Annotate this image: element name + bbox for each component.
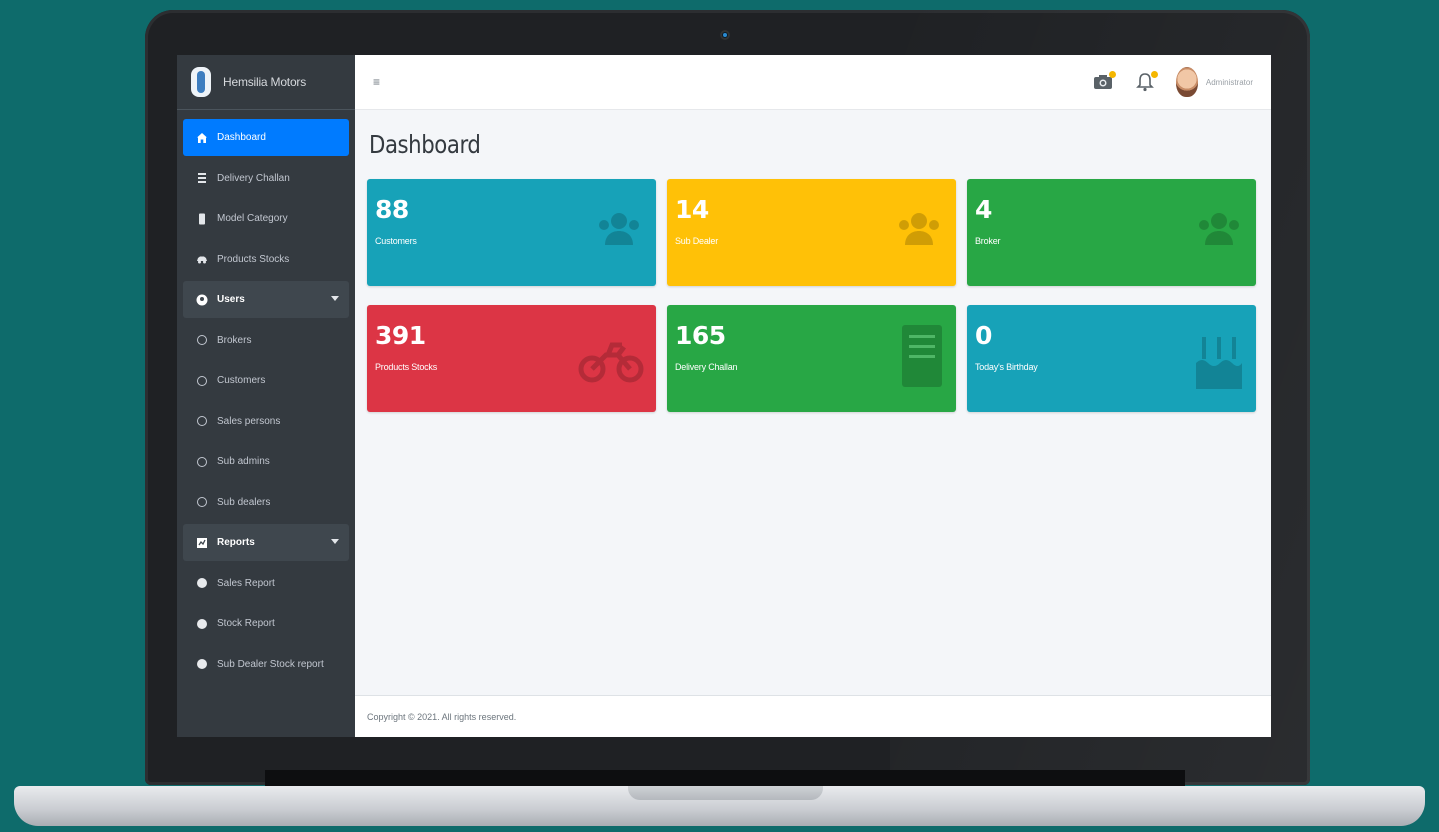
sidebar-group-reports[interactable]: Reports <box>183 524 349 561</box>
file-icon <box>195 213 209 225</box>
stat-card-broker[interactable]: 4 Broker <box>967 179 1256 286</box>
brand[interactable]: Hemsilia Motors <box>177 55 355 110</box>
sidebar-item-label: Delivery Challan <box>217 172 290 184</box>
user-name[interactable]: Administrator <box>1206 78 1253 87</box>
sidebar-item-label: Sub admins <box>217 456 270 467</box>
sidebar-nav: Dashboard Delivery Challan Model Categor… <box>177 110 355 683</box>
sidebar-item-label: Brokers <box>217 334 252 346</box>
chevron-down-icon <box>331 539 339 544</box>
footer: Copyright © 2021. All rights reserved. <box>355 695 1271 737</box>
laptop-notch <box>628 786 823 800</box>
circle-icon <box>195 334 209 346</box>
notification-dot <box>1108 71 1116 78</box>
main-panel: ≡ Administrator Dashboard 88 Customers 1… <box>355 55 1271 737</box>
top-navbar: ≡ Administrator <box>355 55 1271 110</box>
webcam <box>720 30 730 40</box>
sidebar-item-sub-admins[interactable]: Sub admins <box>183 443 349 480</box>
brand-name: Hemsilia Motors <box>223 75 307 89</box>
sidebar-item-label: Sub dealers <box>217 496 271 508</box>
list-icon <box>195 172 209 184</box>
sidebar-item-stock-report[interactable]: Stock Report <box>183 605 349 642</box>
dot-icon <box>195 618 209 630</box>
user-circle-icon <box>195 294 209 306</box>
sidebar-item-brokers[interactable]: Brokers <box>183 322 349 359</box>
car-icon <box>195 253 209 265</box>
sidebar-item-label: Sub Dealer Stock report <box>217 658 324 670</box>
home-icon <box>195 132 209 144</box>
app-screen: Hemsilia Motors Dashboard Delivery Chall… <box>177 55 1271 737</box>
stat-card-delivery-challan[interactable]: 165 Delivery Challan <box>667 305 956 412</box>
sidebar-item-label: Model Category <box>217 213 288 224</box>
stat-card-sub-dealer[interactable]: 14 Sub Dealer <box>667 179 956 286</box>
circle-icon <box>195 496 209 508</box>
sidebar-item-sales-persons[interactable]: Sales persons <box>183 403 349 440</box>
notifications-button[interactable] <box>1134 71 1158 92</box>
camera-button[interactable] <box>1092 71 1116 92</box>
sidebar-item-label: Customers <box>217 375 266 386</box>
stat-card-customers[interactable]: 88 Customers <box>367 179 656 286</box>
sidebar-item-products-stocks[interactable]: Products Stocks <box>183 241 349 278</box>
navbar-right: Administrator <box>1092 67 1253 97</box>
sidebar: Hemsilia Motors Dashboard Delivery Chall… <box>177 55 355 737</box>
menu-toggle-button[interactable]: ≡ <box>373 75 387 89</box>
sidebar-group-users[interactable]: Users <box>183 281 349 318</box>
circle-icon <box>195 375 209 387</box>
sidebar-item-dashboard[interactable]: Dashboard <box>183 119 349 156</box>
content-area: Dashboard 88 Customers 14 Sub Dealer 4 B… <box>355 110 1271 695</box>
sidebar-item-customers[interactable]: Customers <box>183 362 349 399</box>
users-icon <box>894 209 944 249</box>
sidebar-item-delivery-challan[interactable]: Delivery Challan <box>183 160 349 197</box>
sidebar-item-sales-report[interactable]: Sales Report <box>183 565 349 602</box>
sidebar-item-label: Users <box>217 294 245 305</box>
birthday-cake-icon <box>1194 329 1244 391</box>
dot-icon <box>195 658 209 670</box>
sidebar-item-label: Dashboard <box>217 132 266 143</box>
circle-icon <box>195 456 209 468</box>
sidebar-item-sub-dealers[interactable]: Sub dealers <box>183 484 349 521</box>
notification-dot <box>1150 71 1158 78</box>
avatar[interactable] <box>1175 67 1198 97</box>
sidebar-item-label: Stock Report <box>217 618 275 629</box>
circle-icon <box>195 415 209 427</box>
chevron-down-icon <box>331 296 339 301</box>
copyright-text: Copyright © 2021. All rights reserved. <box>367 711 517 722</box>
stat-card-todays-birthday[interactable]: 0 Today's Birthday <box>967 305 1256 412</box>
stats-grid: 88 Customers 14 Sub Dealer 4 Broker 391 … <box>367 179 1259 412</box>
sidebar-item-label: Sales Report <box>217 577 275 589</box>
sidebar-item-sub-dealer-stock-report[interactable]: Sub Dealer Stock report <box>183 646 349 683</box>
sidebar-item-label: Products Stocks <box>217 253 290 265</box>
sidebar-item-label: Sales persons <box>217 415 281 427</box>
brand-logo-icon <box>191 67 211 97</box>
document-icon <box>900 323 944 389</box>
dot-icon <box>195 577 209 589</box>
stat-card-products-stocks[interactable]: 391 Products Stocks <box>367 305 656 412</box>
users-icon <box>594 209 644 249</box>
users-icon <box>1194 209 1244 249</box>
motorcycle-icon <box>578 335 644 383</box>
page-title: Dashboard <box>369 130 481 159</box>
sidebar-item-label: Reports <box>217 537 255 548</box>
report-icon <box>195 537 209 549</box>
sidebar-item-model-category[interactable]: Model Category <box>183 200 349 237</box>
